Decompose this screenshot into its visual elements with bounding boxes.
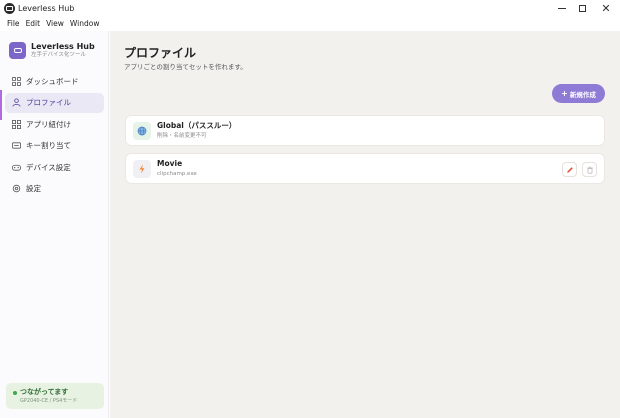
title-bar: Leverless Hub ✕ — [0, 0, 620, 17]
plus-icon: + — [561, 89, 568, 98]
new-profile-button[interactable]: + 新規作成 — [552, 84, 605, 103]
sidebar-item-dashboard[interactable]: ダッシュボード — [5, 71, 104, 91]
apps-icon — [12, 119, 21, 129]
menu-window[interactable]: Window — [67, 17, 103, 31]
page-subtitle: アプリごとの割り当てセットを作れます。 — [124, 63, 247, 71]
status-subtitle: GP2040-CE / PS4モード — [20, 398, 78, 404]
keyboard-icon — [12, 141, 21, 150]
minimize-icon — [558, 8, 566, 9]
close-button[interactable]: ✕ — [592, 0, 620, 17]
sidebar-item-label: プロファイル — [26, 98, 71, 107]
sidebar-item-key-mapping[interactable]: キー割り当て — [5, 136, 104, 156]
sidebar: Leverless Hub 左手デバイス化ツール ダッシュボード プロファイル … — [0, 31, 109, 418]
pencil-icon — [566, 166, 573, 173]
menu-file[interactable]: File — [4, 17, 23, 31]
trash-icon — [586, 166, 593, 174]
window-title: Leverless Hub — [18, 4, 75, 13]
sidebar-item-label: デバイス設定 — [26, 162, 71, 172]
profile-subtitle: 削除・名前変更不可 — [157, 133, 207, 139]
brand: Leverless Hub 左手デバイス化ツール — [9, 42, 103, 60]
sidebar-item-label: ダッシュボード — [26, 76, 79, 86]
brand-name: Leverless Hub — [31, 42, 95, 51]
bolt-icon — [133, 160, 151, 178]
main-content: プロファイル アプリごとの割り当てセットを作れます。 + 新規作成 Global… — [110, 31, 620, 418]
profile-name: Global（パススルー） — [157, 121, 237, 130]
new-profile-label: 新規作成 — [569, 90, 596, 99]
profile-card-global[interactable]: Global（パススルー） 削除・名前変更不可 — [125, 115, 605, 146]
gamepad-logo-icon — [9, 42, 26, 59]
globe-icon — [133, 122, 151, 140]
connection-status: つながってます GP2040-CE / PS4モード — [6, 383, 104, 409]
sidebar-item-label: キー割り当て — [26, 141, 71, 150]
close-icon: ✕ — [601, 2, 611, 15]
brand-subtitle: 左手デバイス化ツール — [31, 52, 86, 58]
grid-icon — [12, 76, 21, 86]
edit-profile-button[interactable] — [562, 162, 577, 177]
profile-subtitle: clipchamp.exe — [157, 171, 197, 177]
delete-profile-button[interactable] — [582, 162, 597, 177]
sidebar-item-device-settings[interactable]: デバイス設定 — [5, 157, 104, 177]
maximize-icon — [578, 5, 586, 12]
window-edge-accent — [0, 90, 2, 120]
menu-view[interactable]: View — [43, 17, 67, 31]
sidebar-item-settings[interactable]: 設定 — [5, 179, 104, 199]
page-title: プロファイル — [124, 46, 197, 60]
profile-card-movie[interactable]: Movie clipchamp.exe — [125, 153, 605, 184]
menu-edit[interactable]: Edit — [23, 17, 44, 31]
menu-bar: File Edit View Window — [0, 17, 620, 31]
app-logo-icon — [4, 3, 15, 14]
user-icon — [12, 98, 21, 107]
status-dot-icon — [13, 391, 17, 395]
sidebar-item-label: アプリ紐付け — [26, 119, 71, 129]
sidebar-item-profiles[interactable]: プロファイル — [5, 92, 104, 113]
gamepad-icon — [12, 163, 21, 172]
sidebar-item-app-binding[interactable]: アプリ紐付け — [5, 114, 104, 134]
profile-name: Movie — [157, 159, 183, 168]
status-title: つながってます — [20, 388, 69, 396]
sidebar-nav: ダッシュボード プロファイル アプリ紐付け キー割り当て デバイス設定 設定 — [5, 71, 104, 200]
gear-icon — [12, 184, 21, 193]
sidebar-item-label: 設定 — [26, 184, 41, 193]
